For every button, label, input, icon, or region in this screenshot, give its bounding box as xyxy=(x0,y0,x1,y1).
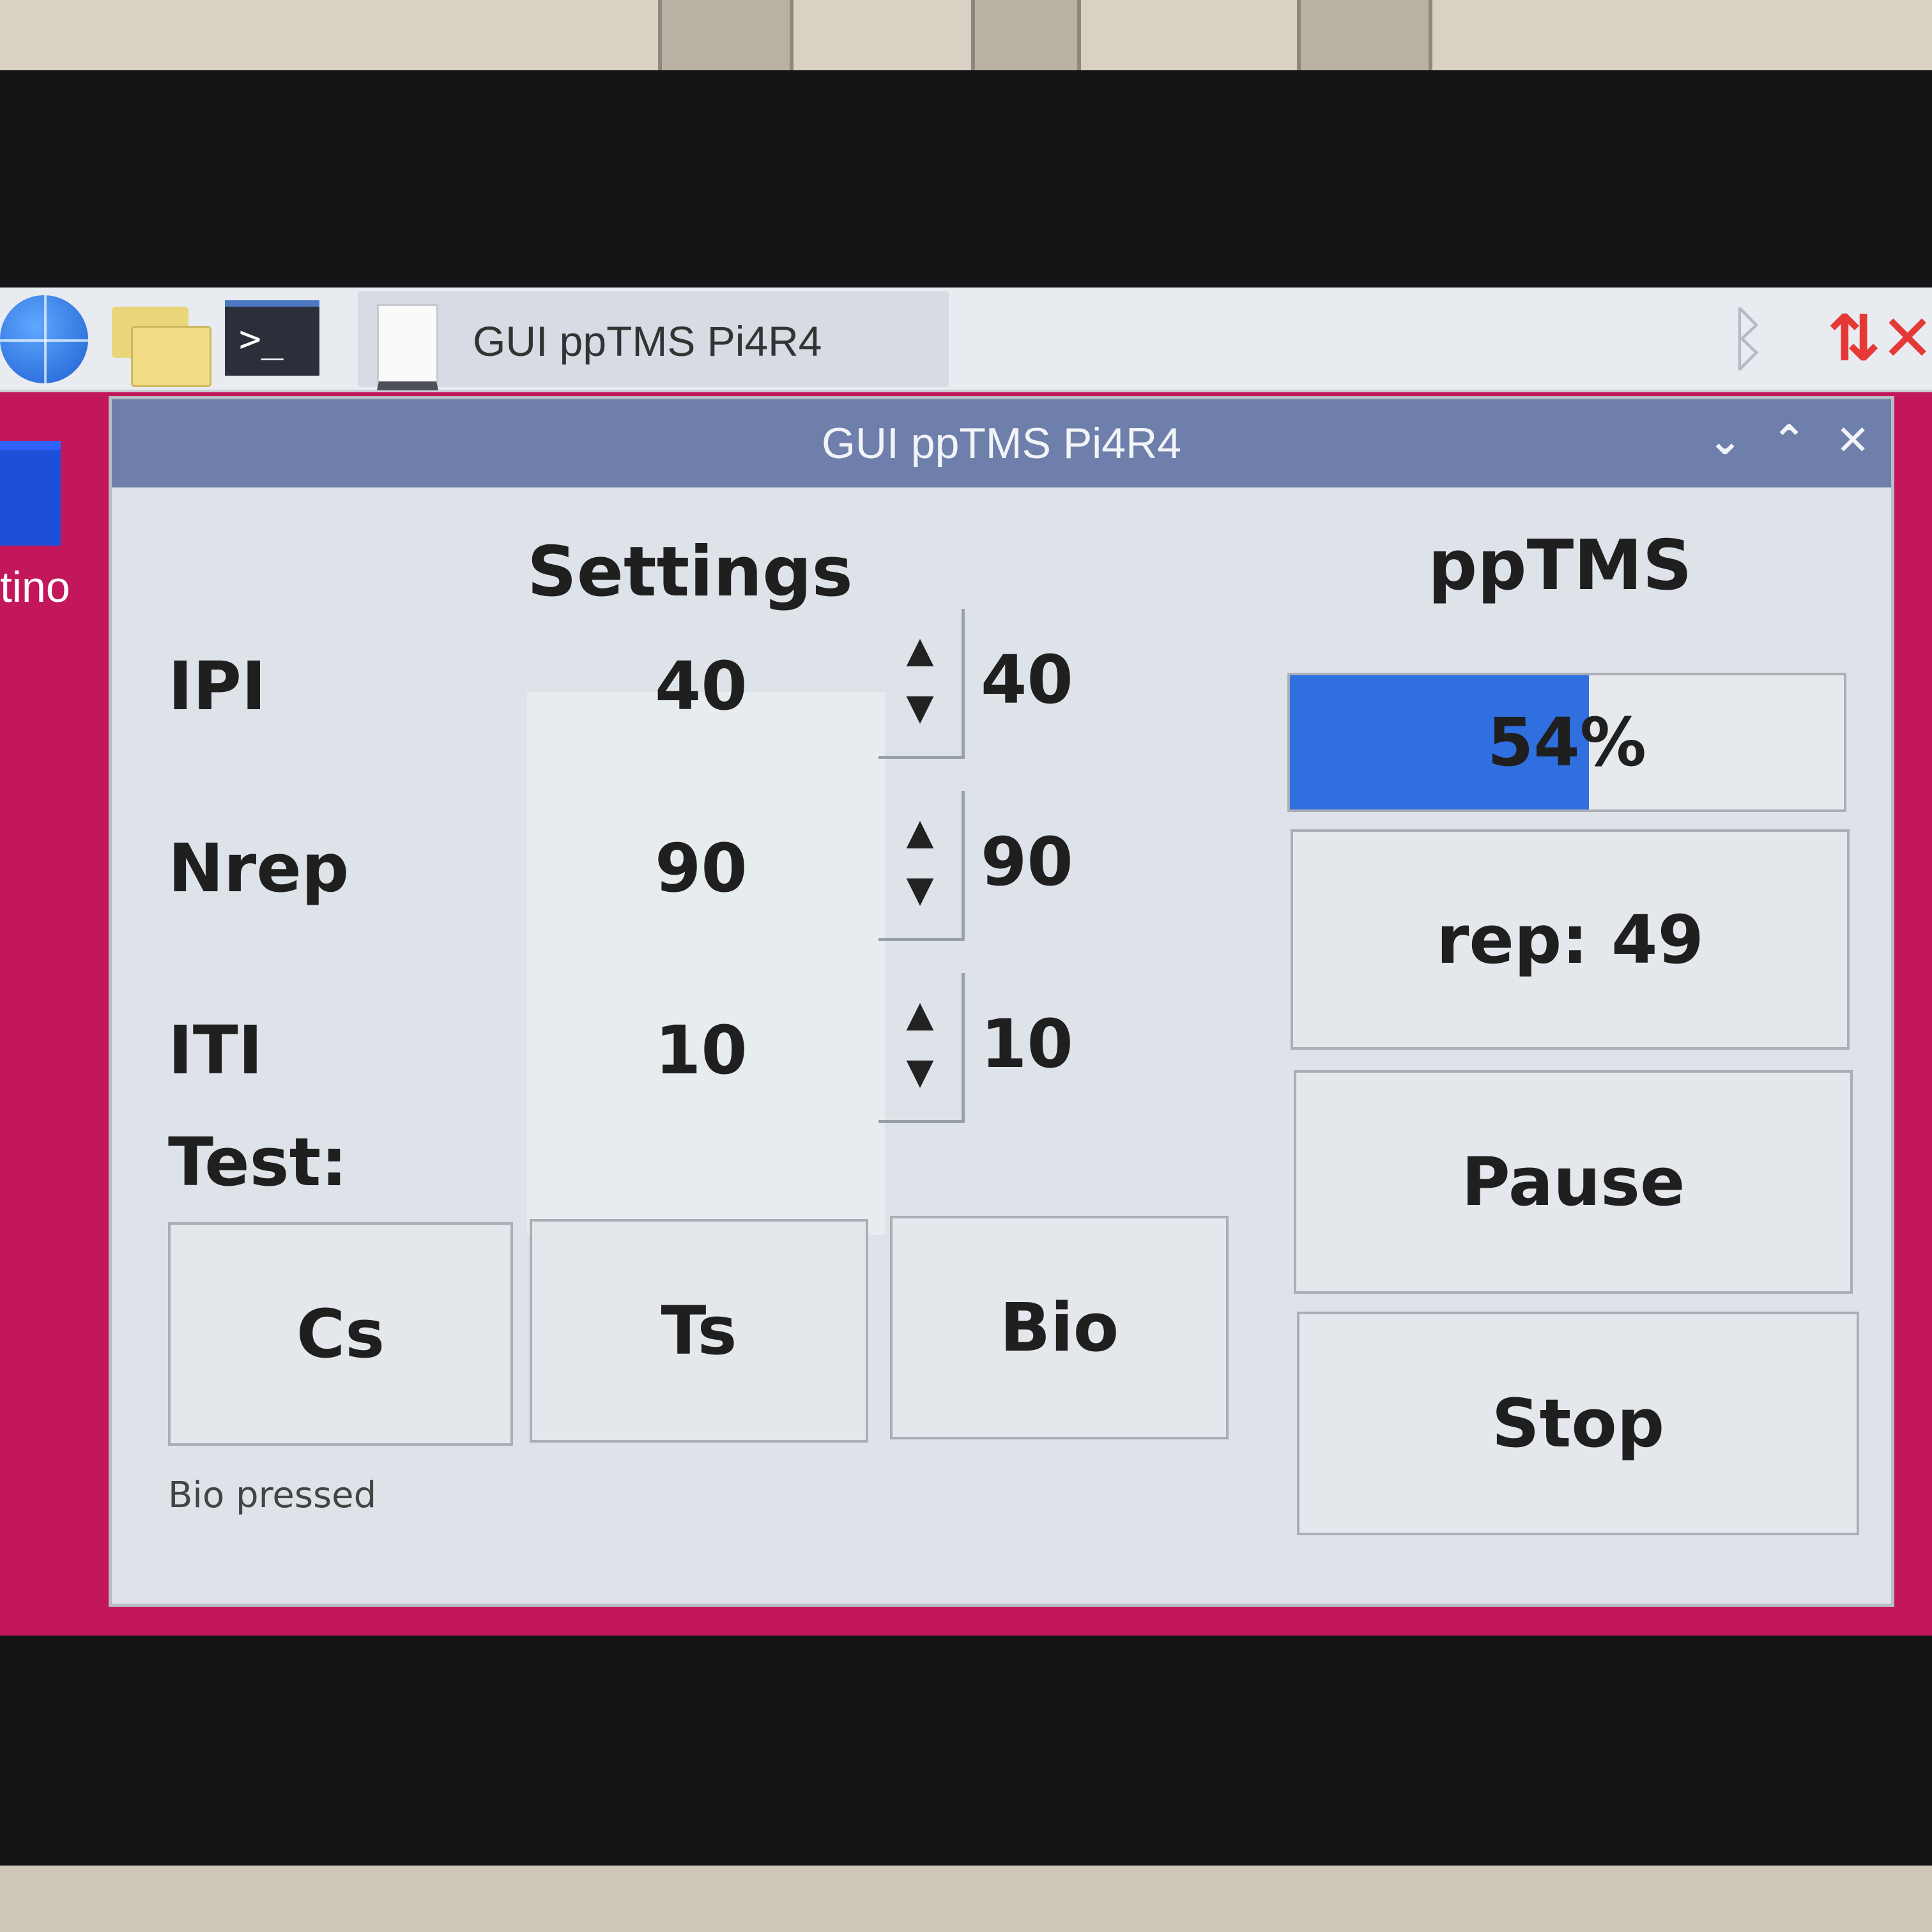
nrep-value[interactable]: 90 xyxy=(655,829,747,907)
nrep-spinbox[interactable]: 90 ▲ ▼ xyxy=(527,791,974,970)
monitor-bezel-top xyxy=(0,70,1932,288)
taskbar-window-button[interactable]: GUI ppTMS Pi4R4 xyxy=(358,291,949,390)
pptms-heading: ppTMS xyxy=(1428,526,1692,606)
taskbar-window-label: GUI ppTMS Pi4R4 xyxy=(473,318,822,365)
window-content: Settings ppTMS IPI 40 ▲ ▼ 40 Nrep 90 ▲ ▼ xyxy=(112,487,1891,1606)
window-title: GUI ppTMS Pi4R4 xyxy=(821,419,1182,468)
mount-bracket xyxy=(971,0,1081,70)
spin-down-icon[interactable]: ▼ xyxy=(898,679,942,737)
settings-heading: Settings xyxy=(527,532,853,612)
iti-label: ITI xyxy=(168,1011,263,1089)
nrep-spin-buttons: ▲ ▼ xyxy=(878,791,965,941)
nrep-label: Nrep xyxy=(168,829,349,907)
iti-spinbox[interactable]: 10 ▲ ▼ xyxy=(527,973,974,1152)
mount-bracket xyxy=(658,0,793,70)
ipi-spin-buttons: ▲ ▼ xyxy=(878,609,965,759)
window-titlebar[interactable]: GUI ppTMS Pi4R4 ⌄ ⌃ ✕ xyxy=(112,399,1891,487)
bluetooth-icon[interactable]: ᛒ xyxy=(1719,300,1776,377)
spin-up-icon[interactable]: ▲ xyxy=(898,622,942,679)
ipi-spinbox[interactable]: 40 ▲ ▼ xyxy=(527,609,974,788)
test-label: Test: xyxy=(168,1123,348,1201)
desktop-trash-icon[interactable] xyxy=(0,441,61,546)
terminal-icon[interactable]: >_ xyxy=(225,300,319,376)
status-text: Bio pressed xyxy=(168,1475,377,1516)
app-window: GUI ppTMS Pi4R4 ⌄ ⌃ ✕ Settings ppTMS IPI… xyxy=(109,396,1894,1607)
rep-counter: rep: 49 xyxy=(1291,829,1850,1050)
bio-button[interactable]: Bio xyxy=(890,1216,1229,1439)
taskbar: >_ GUI ppTMS Pi4R4 ᛒ ⇅✕ xyxy=(0,288,1932,392)
desktop-icon-label: tino xyxy=(0,563,70,611)
spin-down-icon[interactable]: ▼ xyxy=(898,1043,942,1101)
maximize-icon[interactable]: ⌃ xyxy=(1760,412,1818,470)
ipi-value[interactable]: 40 xyxy=(655,647,747,725)
network-disconnected-icon[interactable]: ⇅✕ xyxy=(1827,300,1932,377)
pause-button[interactable]: Pause xyxy=(1294,1070,1853,1294)
ts-button[interactable]: Ts xyxy=(530,1219,868,1443)
screen: >_ GUI ppTMS Pi4R4 ᛒ ⇅✕ tino GUI ppTMS P… xyxy=(0,288,1932,1636)
document-icon xyxy=(377,304,438,390)
cs-button[interactable]: Cs xyxy=(168,1222,513,1446)
progress-bar: 54% xyxy=(1287,673,1846,812)
wall-background xyxy=(0,0,1932,70)
floor-background xyxy=(0,1866,1932,1932)
file-manager-icon[interactable] xyxy=(112,300,211,387)
stop-button[interactable]: Stop xyxy=(1297,1312,1859,1535)
progress-text: 54% xyxy=(1487,703,1646,781)
monitor-bezel-bottom xyxy=(0,1636,1932,1866)
iti-value[interactable]: 10 xyxy=(655,1011,747,1089)
mount-bracket xyxy=(1297,0,1432,70)
web-browser-icon[interactable] xyxy=(0,295,88,383)
ipi-display: 40 xyxy=(981,641,1073,719)
spin-up-icon[interactable]: ▲ xyxy=(898,986,942,1043)
iti-display: 10 xyxy=(981,1005,1073,1083)
spin-down-icon[interactable]: ▼ xyxy=(898,861,942,919)
ipi-label: IPI xyxy=(168,647,266,725)
iti-spin-buttons: ▲ ▼ xyxy=(878,973,965,1123)
close-icon[interactable]: ✕ xyxy=(1824,412,1882,470)
nrep-display: 90 xyxy=(981,823,1073,901)
spin-up-icon[interactable]: ▲ xyxy=(898,804,942,861)
minimize-icon[interactable]: ⌄ xyxy=(1696,412,1754,470)
